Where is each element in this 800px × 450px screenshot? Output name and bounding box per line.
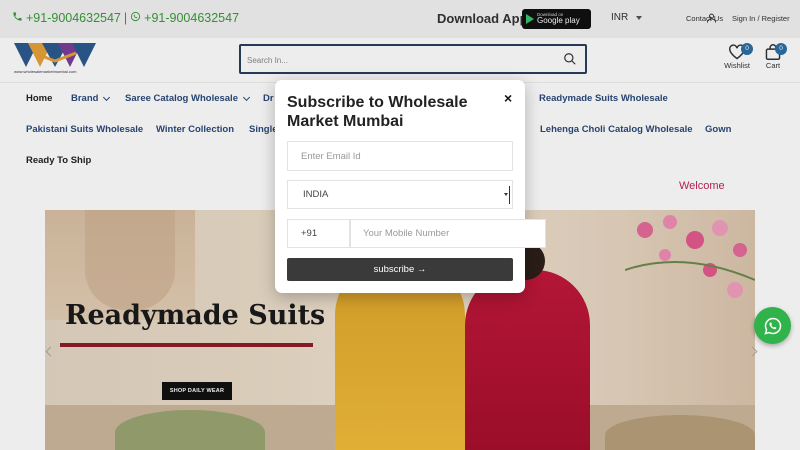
close-icon[interactable]: × [504,90,512,106]
country-code-field[interactable]: +91 [287,219,350,248]
modal-title: Subscribe to Wholesale Market Mumbai [287,94,468,130]
country-code-value: +91 [301,228,318,239]
country-value: INDIA [303,189,329,200]
whatsapp-chat-button[interactable] [754,307,791,344]
country-select[interactable]: INDIA [287,180,513,209]
email-field[interactable] [287,141,513,171]
whatsapp-icon [763,317,781,335]
chevron-down-icon [504,186,510,204]
subscribe-button[interactable]: subscribe → [287,258,513,281]
subscribe-modal: Subscribe to Wholesale Market Mumbai × I… [275,80,546,293]
mobile-number-field[interactable] [350,219,546,248]
